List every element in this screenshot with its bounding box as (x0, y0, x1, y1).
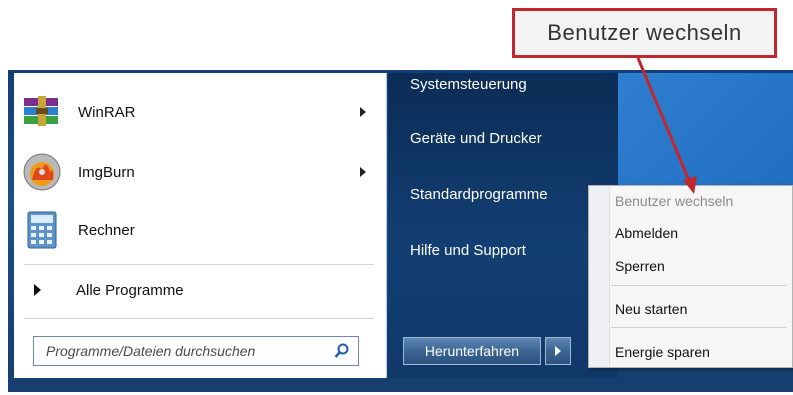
winrar-icon (24, 96, 58, 126)
program-label: WinRAR (78, 103, 136, 121)
chevron-right-icon (555, 346, 561, 356)
menu-item-lock[interactable]: Sperren (615, 258, 665, 274)
program-item-imgburn[interactable]: ImgBurn (14, 146, 386, 198)
triangle-right-icon (34, 284, 41, 296)
all-programs-button[interactable]: Alle Programme (14, 276, 386, 306)
menu-separator (611, 285, 787, 286)
chevron-right-icon (360, 167, 366, 177)
program-item-winrar[interactable]: WinRAR (14, 86, 386, 138)
shutdown-options-button[interactable] (545, 337, 571, 365)
link-geraete-und-drucker[interactable]: Geräte und Drucker (410, 130, 542, 147)
divider (24, 264, 374, 265)
menu-separator (611, 327, 787, 328)
program-label: Rechner (78, 221, 135, 239)
menu-item-logoff[interactable]: Abmelden (615, 225, 678, 241)
search-input[interactable]: Programme/Dateien durchsuchen (33, 336, 359, 366)
divider (24, 318, 374, 319)
link-hilfe-und-support[interactable]: Hilfe und Support (410, 242, 526, 259)
menu-item-sleep[interactable]: Energie sparen (615, 344, 710, 360)
search-icon[interactable] (334, 343, 350, 359)
shutdown-submenu: Benutzer wechseln Abmelden Sperren Neu s… (588, 185, 793, 368)
imgburn-icon (23, 153, 61, 191)
link-standardprogramme[interactable]: Standardprogramme (410, 186, 548, 203)
shutdown-button[interactable]: Herunterfahren (403, 337, 541, 365)
menu-item-restart[interactable]: Neu starten (615, 301, 687, 317)
all-programs-label: Alle Programme (76, 282, 184, 299)
link-systemsteuerung[interactable]: Systemsteuerung (410, 76, 527, 93)
callout-label: Benutzer wechseln (512, 8, 777, 58)
program-label: ImgBurn (78, 163, 135, 181)
search-placeholder: Programme/Dateien durchsuchen (46, 343, 256, 359)
start-menu-footer (8, 378, 793, 392)
program-item-rechner[interactable]: Rechner (14, 204, 386, 256)
chevron-right-icon (360, 107, 366, 117)
calculator-icon (27, 211, 57, 249)
menu-gutter (589, 186, 610, 367)
menu-item-switch-user: Benutzer wechseln (615, 193, 734, 209)
